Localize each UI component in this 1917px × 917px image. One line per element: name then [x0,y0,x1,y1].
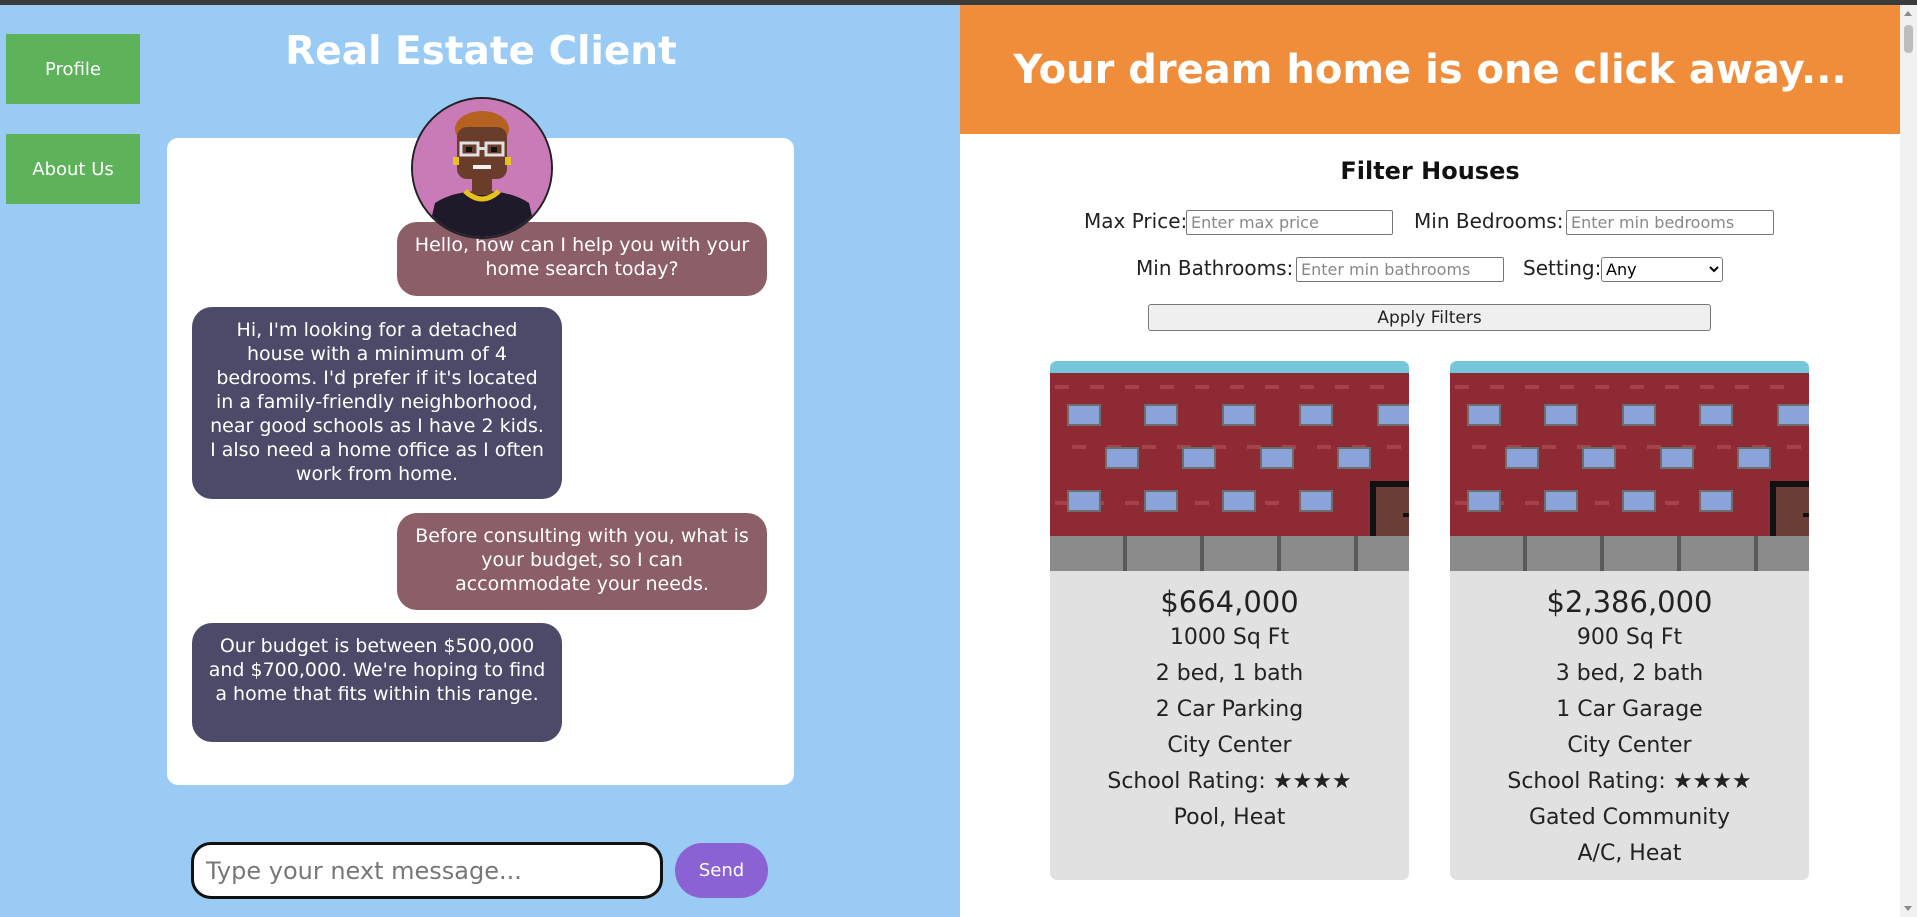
listing-features: Gated Community [1529,805,1730,830]
chat-message-agent: Hello, how can I help you with your home… [397,222,767,296]
listing-features: A/C, Heat [1577,841,1682,866]
listing-sqft: 1000 Sq Ft [1169,625,1290,650]
min-bathrooms-input[interactable] [1296,257,1504,282]
chat-message-agent: Before consulting with you, what is your… [397,513,767,610]
listing-beds-baths: 2 bed, 1 bath [1155,661,1304,686]
filter-title: Filter Houses [1340,157,1520,185]
send-button[interactable]: Send [675,843,768,898]
page-scrollbar[interactable] [1900,5,1917,917]
min-bedrooms-input[interactable] [1566,210,1774,235]
setting-label: Setting: [1523,256,1602,280]
listing-location: City Center [1167,733,1292,758]
listing-price: $2,386,000 [1546,585,1713,619]
min-bathrooms-label: Min Bathrooms: [1136,256,1294,280]
scroll-down-icon[interactable] [1904,906,1912,911]
chat-message-client: Hi, I'm looking for a detached house wit… [192,307,562,499]
listing-sqft: 900 Sq Ft [1576,625,1683,650]
listing-card[interactable]: $2,386,000 900 Sq Ft 3 bed, 2 bath 1 Car… [1450,361,1809,880]
listing-parking: 2 Car Parking [1155,697,1304,722]
chat-message-client: Our budget is between $500,000 and $700,… [192,623,562,742]
listing-card[interactable]: $664,000 1000 Sq Ft 2 bed, 1 bath 2 Car … [1050,361,1409,880]
scroll-up-icon[interactable] [1904,11,1912,16]
listing-beds-baths: 3 bed, 2 bath [1555,661,1704,686]
agent-avatar [411,97,553,239]
max-price-input[interactable] [1186,210,1393,235]
listing-school-rating: School Rating: ★★★★ [1107,769,1352,794]
message-input[interactable] [191,842,663,899]
profile-button[interactable]: Profile [6,34,140,104]
listing-parking: 1 Car Garage [1556,697,1703,722]
listing-school-rating: School Rating: ★★★★ [1507,769,1752,794]
max-price-label: Max Price: [1084,209,1188,233]
min-bedrooms-label: Min Bedrooms: [1414,209,1564,233]
scroll-thumb[interactable] [1904,25,1913,53]
apply-filters-button[interactable]: Apply Filters [1148,304,1711,331]
app-title: Real Estate Client [285,29,677,74]
setting-select[interactable]: Any [1601,257,1723,282]
house-illustration [1450,361,1809,571]
listing-features: Pool, Heat [1173,805,1286,830]
listing-price: $664,000 [1160,585,1299,619]
hero-banner: Your dream home is one click away... [960,5,1900,134]
listing-location: City Center [1567,733,1692,758]
chat-pane: Profile About Us Real Estate Client Hell… [0,5,960,917]
house-illustration [1050,361,1409,571]
about-us-button[interactable]: About Us [6,134,140,204]
listings-pane: Your dream home is one click away... Fil… [960,5,1900,917]
